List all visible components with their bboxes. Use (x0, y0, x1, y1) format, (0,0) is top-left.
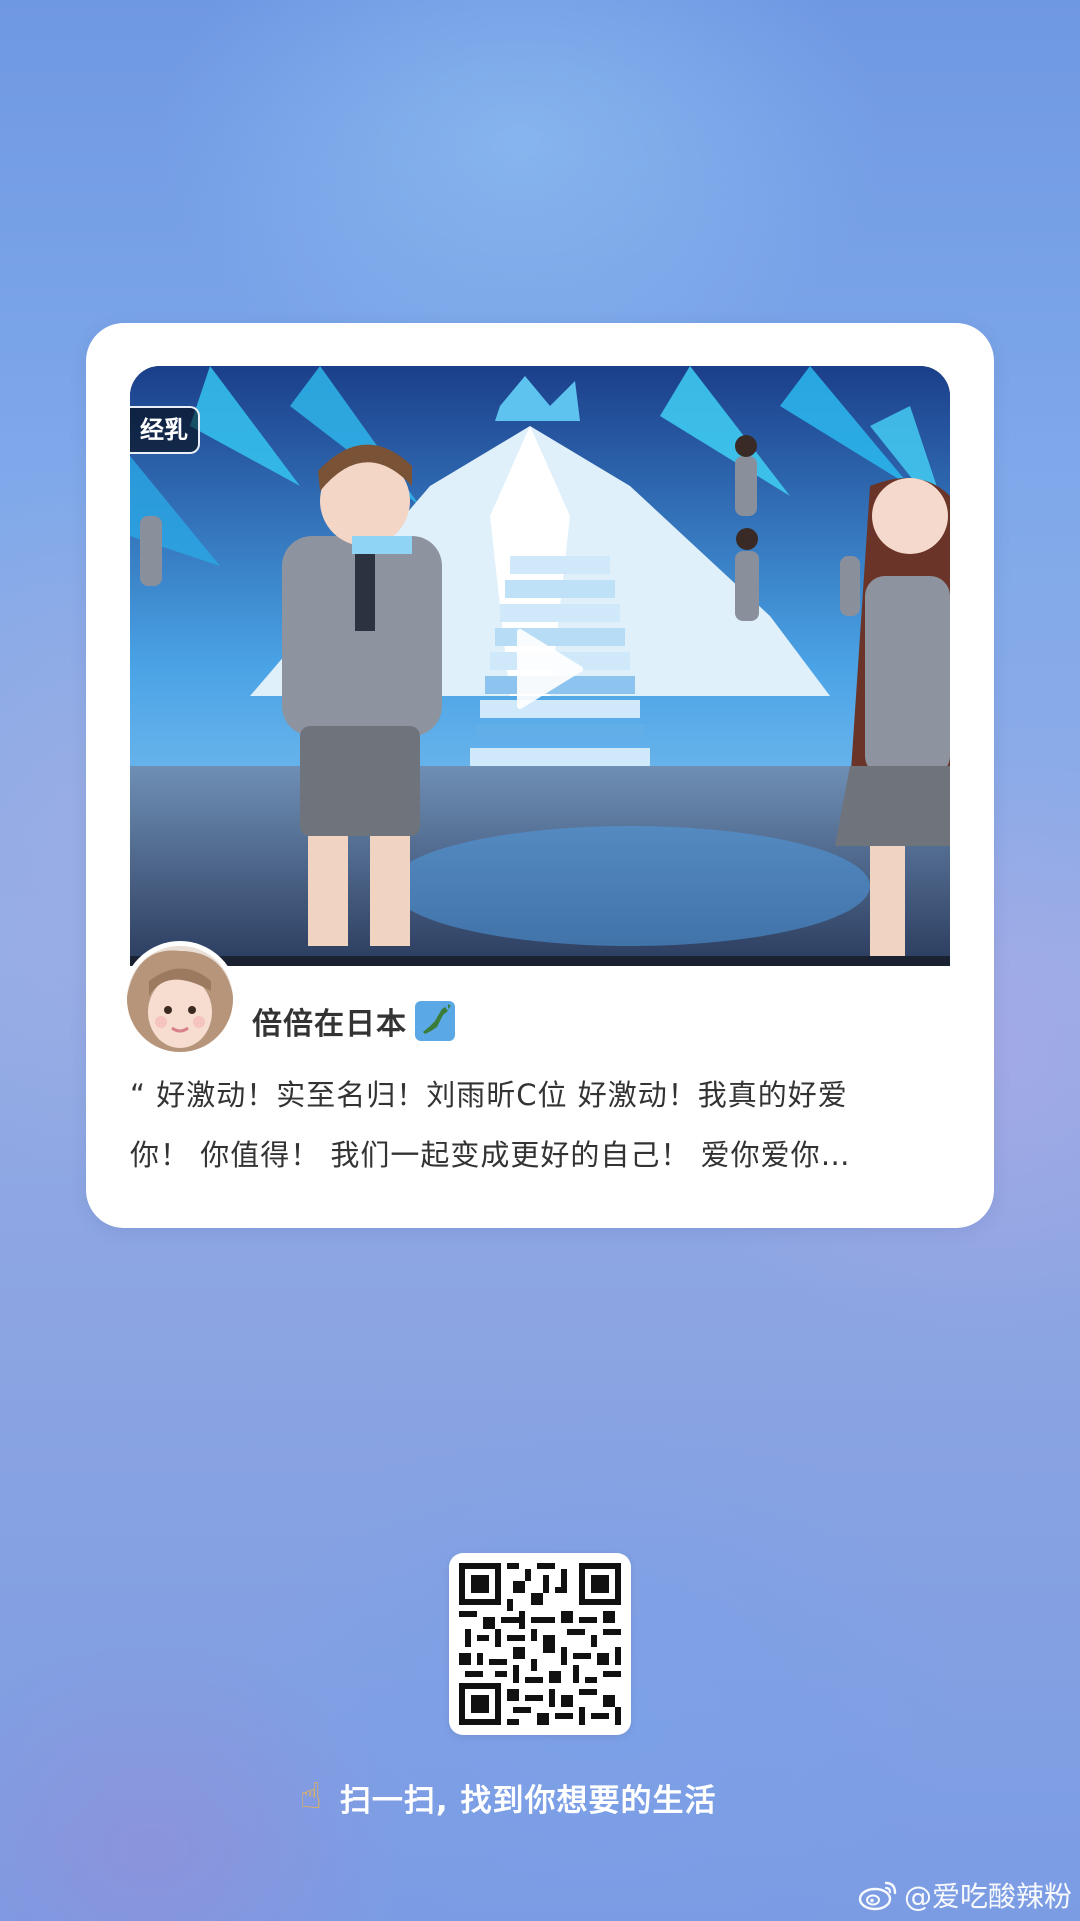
avatar[interactable] (122, 941, 238, 1057)
qr-code[interactable] (449, 1553, 631, 1735)
video-thumbnail[interactable]: 经乳 (130, 366, 950, 966)
play-icon[interactable] (500, 624, 590, 714)
watermark-text: @爱吃酸辣粉 (903, 1880, 1072, 1913)
post-text[interactable]: “ 好激动！实至名归！刘雨昕C位 好激动！我真的好爱 你！ 你值得！ 我们一起变… (130, 1065, 950, 1185)
japan-map-icon (415, 1001, 455, 1041)
author-row[interactable]: 倍倍在日本 (252, 998, 455, 1044)
channel-logo: 经乳 (130, 406, 200, 454)
post-text-line-1: “ 好激动！实至名归！刘雨昕C位 好激动！我真的好爱 (130, 1078, 848, 1112)
weibo-icon (858, 1881, 897, 1911)
avatar-image (127, 946, 233, 1052)
scan-prompt: ☝ 扫一扫, 找到你想要的生活 (300, 1770, 717, 1824)
pointing-hand-icon: ☝ (300, 1776, 322, 1817)
scan-text: 扫一扫, 找到你想要的生活 (339, 1782, 717, 1819)
watermark: @爱吃酸辣粉 (858, 1875, 1072, 1915)
qr-code-pattern (459, 1563, 621, 1725)
post-card[interactable]: 经乳 倍倍在日本 “ 好激动！实至名归！刘雨昕C位 好激动！我真的好爱 你！ 你… (86, 323, 994, 1228)
author-name[interactable]: 倍倍在日本 (252, 999, 407, 1043)
post-text-line-2: 你！ 你值得！ 我们一起变成更好的自己！ 爱你爱你… (130, 1138, 851, 1172)
